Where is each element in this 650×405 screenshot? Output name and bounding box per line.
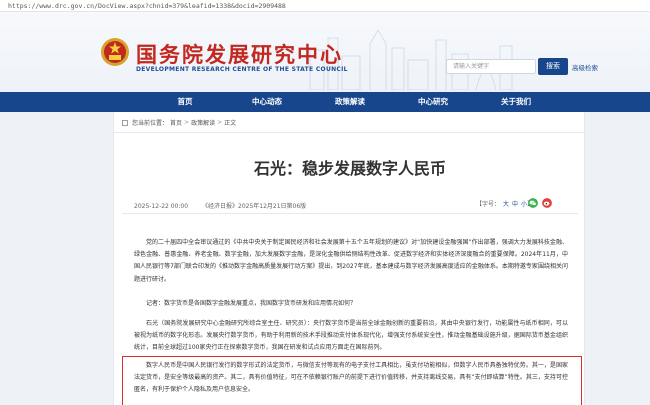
weibo-share-icon[interactable]	[542, 198, 552, 208]
site-logo-english: DEVELOPMENT RESEARCH CENTRE OF THE STATE…	[136, 66, 348, 73]
breadcrumb-home[interactable]: 首页	[170, 118, 182, 127]
article-paragraph-4: 数字人民币是中国人民银行发行的数字形式的法定货币，与微信支付等现有的电子支付工具…	[134, 362, 568, 394]
main-nav: 首页 中心动态 政策解读 中心研究 关于我们	[0, 92, 650, 112]
font-size-medium[interactable]: 中	[512, 201, 518, 208]
article-meta: 2025-12-22 00:00 《经济日报》2025年12月21日第06版	[134, 201, 318, 210]
site-header: 国务院发展研究中心 DEVELOPMENT RESEARCH CENTRE OF…	[0, 12, 650, 92]
wechat-share-icon[interactable]	[528, 198, 538, 208]
nav-item-about[interactable]: 关于我们	[486, 92, 546, 112]
font-size-control: 【字号：大中小】	[476, 199, 533, 208]
breadcrumb-label: 您当前位置：	[132, 120, 169, 127]
article-source: 《经济日报》2025年12月21日第06版	[202, 203, 307, 210]
breadcrumb-policy[interactable]: 政策解读	[191, 118, 215, 127]
article-paragraph-3: 石光（国务院发展研究中心金融研究所综合室主任、研究员）：央行数字货币是当前全球金…	[134, 320, 568, 352]
nav-item-center-news[interactable]: 中心动态	[237, 92, 297, 112]
location-icon	[122, 119, 128, 126]
article-container: 您当前位置： 首页 > 政策解读 > 正文 石光：稳步发展数字人民币 2025-…	[113, 112, 586, 405]
divider	[122, 213, 578, 214]
article-date: 2025-12-22 00:00	[134, 203, 189, 210]
article-paragraph-1: 党的二十届四中全会审议通过的《中共中央关于制定国民经济和社会发展第十五个五年规划…	[134, 239, 568, 283]
address-bar[interactable]: https://www.drc.gov.cn/DocView.aspx?chni…	[0, 0, 650, 12]
site-logo-chinese[interactable]: 国务院发展研究中心	[136, 39, 343, 69]
nav-item-policy[interactable]: 政策解读	[320, 92, 380, 112]
breadcrumb-separator: >	[217, 119, 223, 126]
divider	[114, 132, 586, 133]
breadcrumb-current: 正文	[224, 120, 237, 127]
nav-item-research[interactable]: 中心研究	[403, 92, 463, 112]
nav-item-home[interactable]: 首页	[155, 92, 215, 112]
search-button[interactable]: 搜索	[538, 58, 568, 75]
font-size-large[interactable]: 大	[503, 201, 509, 208]
breadcrumb: 您当前位置： 首页 > 政策解读 > 正文	[122, 118, 236, 127]
article-paragraph-2: 记者：数字货币是各国数字金融发展重点，我国数字货币研发和应用情况如何？	[146, 300, 357, 307]
breadcrumb-separator: >	[184, 119, 190, 126]
national-emblem-icon	[101, 38, 129, 66]
advanced-search-link[interactable]: 高级检索	[572, 62, 598, 72]
article-title: 石光：稳步发展数字人民币	[253, 159, 446, 178]
font-size-label: 【字号：	[476, 201, 501, 208]
search-input[interactable]: 请输入关键字	[446, 59, 536, 74]
